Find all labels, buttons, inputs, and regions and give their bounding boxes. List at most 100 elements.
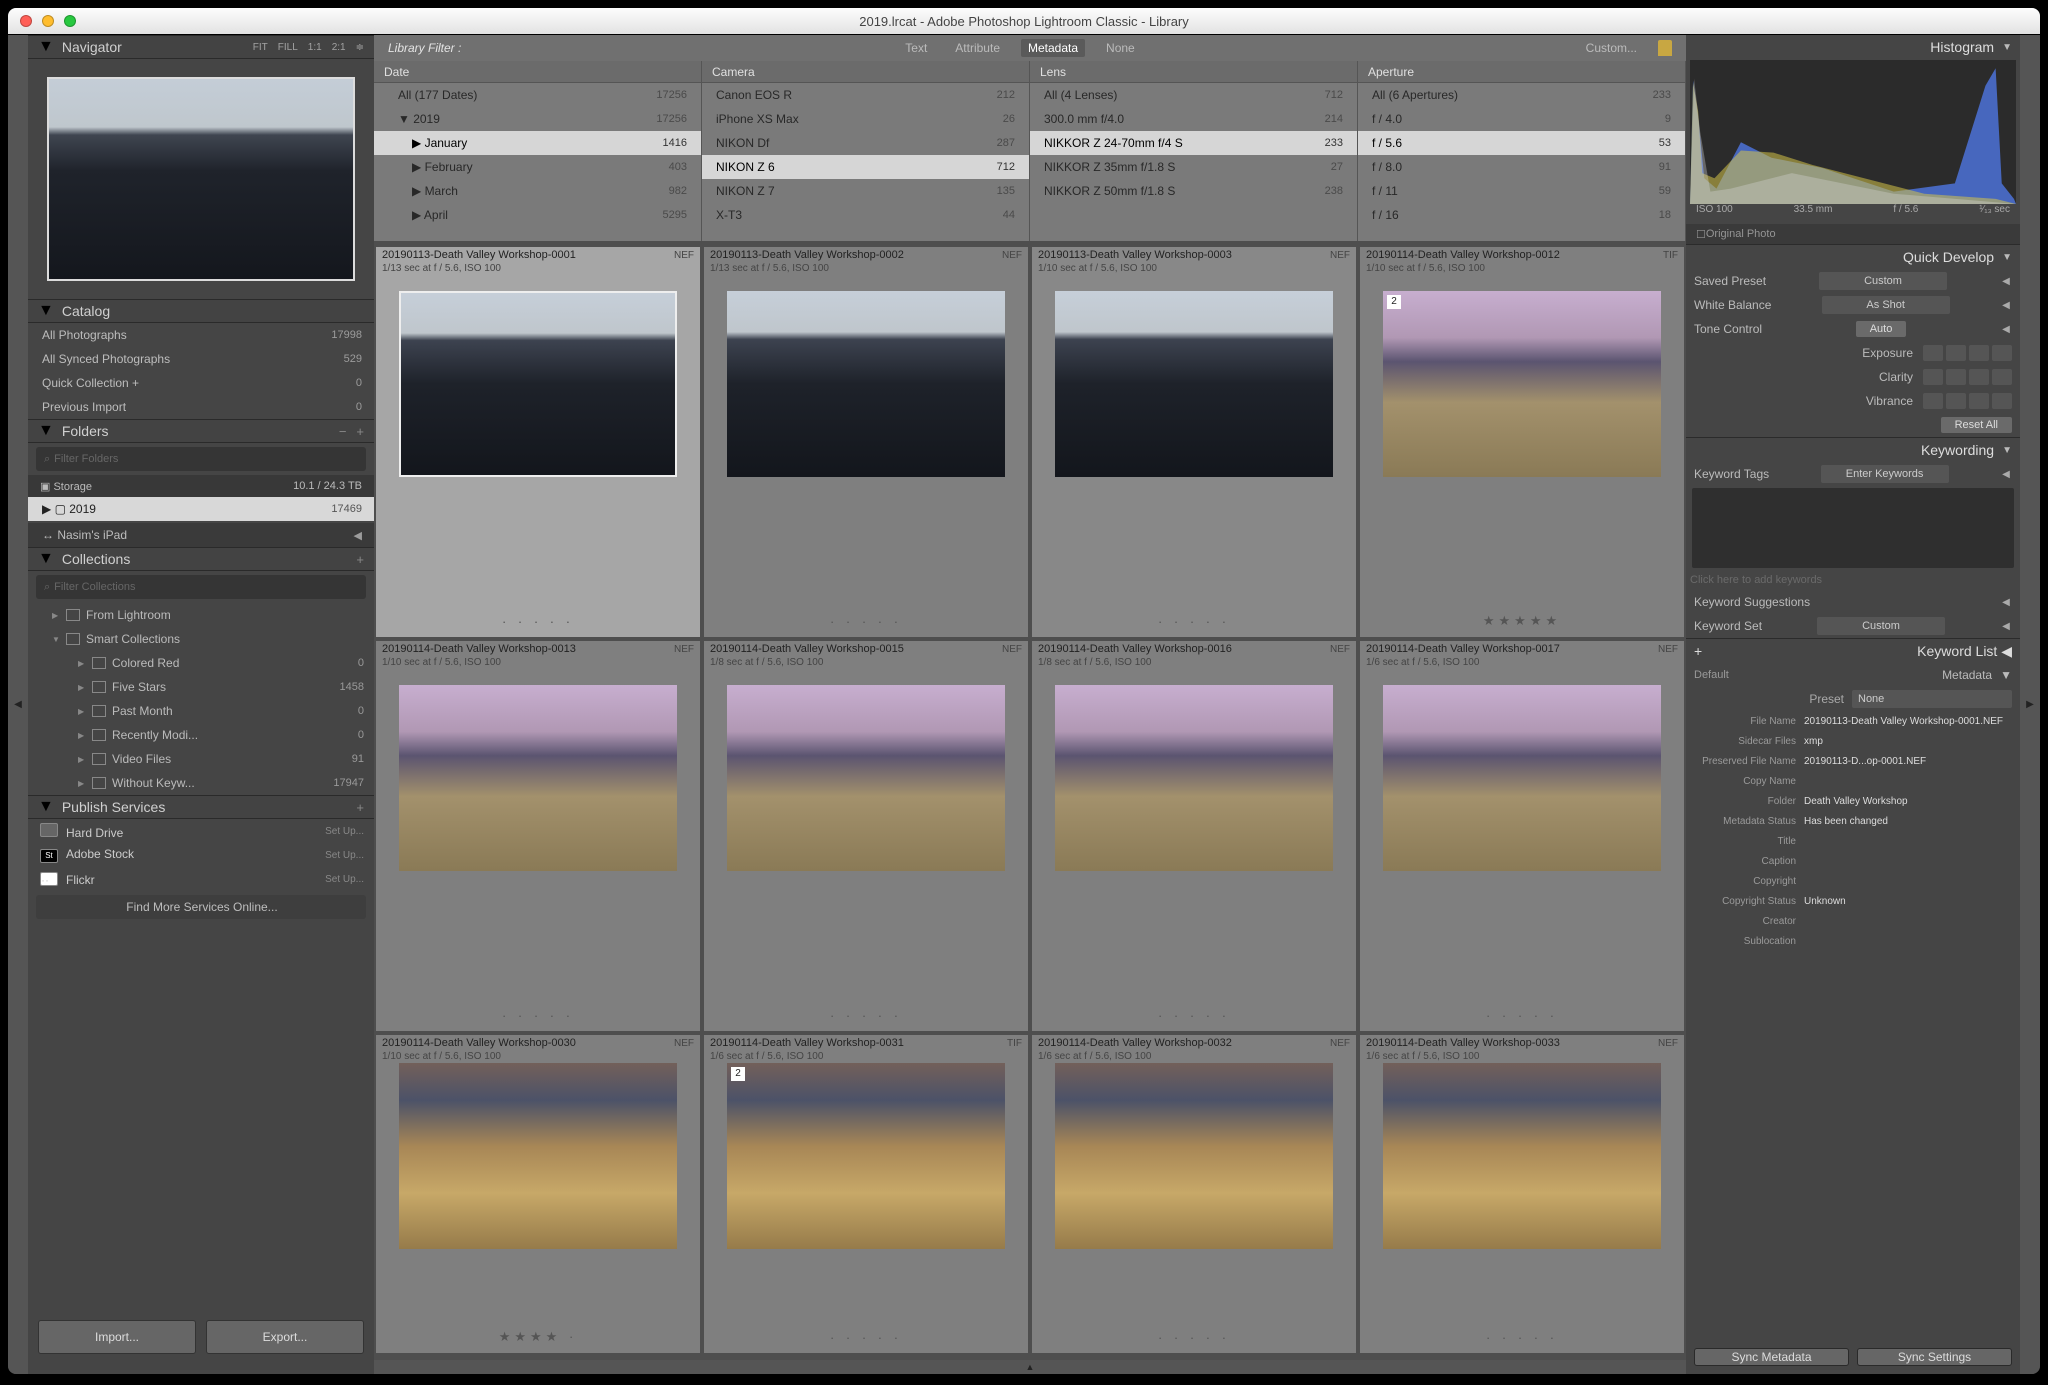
filter-value[interactable]: Canon EOS R212 [702,83,1029,107]
qd-exposure[interactable]: Exposure [1686,341,2020,365]
filter-tab-none[interactable]: None [1099,39,1142,57]
filter-custom[interactable]: Custom... [1579,39,1644,57]
publish-service[interactable]: StAdobe StockSet Up... [28,843,374,867]
nav-fit-opts[interactable]: FITFILL1:12:1≑ [253,42,364,53]
filter-value[interactable]: All (6 Apertures)233 [1358,83,1685,107]
metadata-field[interactable]: Preserved File Name20190113-D...op-0001.… [1686,751,2020,771]
grid-cell[interactable]: NEF20190114-Death Valley Workshop-00331/… [1360,1035,1684,1353]
filter-value[interactable]: ▶ February403 [374,155,701,179]
metadata-field[interactable]: Creator [1686,911,2020,931]
filter-value[interactable]: ▼ 201917256 [374,107,701,131]
filter-folders-input[interactable]: Filter Folders [36,447,366,471]
filter-value[interactable]: ▶ January1416 [374,131,701,155]
metadata-field[interactable]: Copyright StatusUnknown [1686,891,2020,911]
publish-header[interactable]: ▼Publish Services + [28,795,374,819]
folders-header[interactable]: ▼Folders −+ [28,419,374,443]
plus-icon[interactable]: + [356,800,364,815]
plus-icon[interactable]: + [356,424,364,439]
minimize-window-button[interactable] [42,15,54,27]
catalog-item[interactable]: All Photographs17998 [28,323,374,347]
lock-icon[interactable] [1658,40,1672,56]
histogram-header[interactable]: Histogram▼ [1686,35,2020,59]
filter-value[interactable]: NIKON Z 7135 [702,179,1029,203]
filter-tab-attribute[interactable]: Attribute [948,39,1007,57]
folder-ipad[interactable]: ↔ Nasim's iPad◀ [28,523,374,547]
metadata-field[interactable]: Metadata StatusHas been changed [1686,811,2020,831]
metadata-preset[interactable]: PresetNone [1686,687,2020,711]
filter-value[interactable]: f / 1618 [1358,203,1685,227]
metadata-field[interactable]: Sublocation [1686,931,2020,951]
metadata-field[interactable]: Copy Name [1686,771,2020,791]
qd-tone[interactable]: Tone ControlAuto◀ [1686,317,2020,341]
metadata-field[interactable]: FolderDeath Valley Workshop [1686,791,2020,811]
original-photo-checkbox[interactable]: ☐ Original Photo [1686,224,2020,244]
sync-settings-button[interactable]: Sync Settings [1857,1348,2012,1366]
filter-value[interactable]: f / 5.653 [1358,131,1685,155]
grid-view[interactable]: NEF20190113-Death Valley Workshop-00011/… [374,241,1686,1360]
collection-item[interactable]: ▶From Lightroom [28,603,374,627]
plus-icon[interactable]: + [356,552,364,567]
grid-cell[interactable]: NEF20190114-Death Valley Workshop-00301/… [376,1035,700,1353]
grid-cell[interactable]: TIF20190114-Death Valley Workshop-00311/… [704,1035,1028,1353]
left-grip[interactable]: ◀ [8,35,28,1374]
right-grip[interactable]: ▶ [2020,35,2040,1374]
keyword-tags[interactable]: Keyword TagsEnter Keywords◀ [1686,462,2020,486]
filter-column-header[interactable]: Lens [1030,61,1357,83]
find-more-services[interactable]: Find More Services Online... [36,895,366,919]
grid-cell[interactable]: TIF20190114-Death Valley Workshop-00121/… [1360,247,1684,637]
grid-cell[interactable]: NEF20190113-Death Valley Workshop-00031/… [1032,247,1356,637]
grid-cell[interactable]: NEF20190114-Death Valley Workshop-00321/… [1032,1035,1356,1353]
keyword-suggestions[interactable]: Keyword Suggestions◀ [1686,590,2020,614]
filter-value[interactable]: NIKKOR Z 24-70mm f/4 S233 [1030,131,1357,155]
catalog-header[interactable]: ▼Catalog [28,299,374,323]
sync-metadata-button[interactable]: Sync Metadata [1694,1348,1849,1366]
metadata-field[interactable]: Title [1686,831,2020,851]
publish-service[interactable]: ··FlickrSet Up... [28,867,374,891]
add-keyword-icon[interactable]: + [1694,643,1702,659]
histogram[interactable] [1690,60,2016,204]
grid-cell[interactable]: NEF20190114-Death Valley Workshop-00151/… [704,641,1028,1031]
grid-cell[interactable]: NEF20190113-Death Valley Workshop-00021/… [704,247,1028,637]
filter-value[interactable]: ▶ March982 [374,179,701,203]
catalog-item[interactable]: Quick Collection +0 [28,371,374,395]
navigator-preview[interactable] [28,59,374,299]
fullscreen-window-button[interactable] [64,15,76,27]
keyword-hint[interactable]: Click here to add keywords [1686,570,2020,590]
keyword-set[interactable]: Keyword SetCustom◀ [1686,614,2020,638]
keyword-list-header[interactable]: + Keyword List ◀ [1686,639,2020,663]
filter-value[interactable]: iPhone XS Max26 [702,107,1029,131]
filter-value[interactable]: All (177 Dates)17256 [374,83,701,107]
export-button[interactable]: Export... [206,1320,364,1354]
qd-preset[interactable]: Saved PresetCustom◀ [1686,269,2020,293]
catalog-item[interactable]: Previous Import0 [28,395,374,419]
close-window-button[interactable] [20,15,32,27]
filter-value[interactable]: All (4 Lenses)712 [1030,83,1357,107]
kwlist-default[interactable]: Default [1694,669,1729,681]
filter-value[interactable]: 300.0 mm f/4.0214 [1030,107,1357,131]
qd-wb[interactable]: White BalanceAs Shot◀ [1686,293,2020,317]
collection-item[interactable]: ▶Past Month0 [28,699,374,723]
collections-header[interactable]: ▼Collections + [28,547,374,571]
collection-item[interactable]: ▶Video Files91 [28,747,374,771]
metadata-field[interactable]: Copyright [1686,871,2020,891]
minus-icon[interactable]: − [339,424,347,439]
filter-tab-metadata[interactable]: Metadata [1021,39,1085,57]
filter-column-header[interactable]: Aperture [1358,61,1685,83]
metadata-header[interactable]: Metadata [1942,668,1992,682]
qd-vibrance[interactable]: Vibrance [1686,389,2020,413]
qd-reset[interactable]: Reset All [1686,413,2020,437]
grid-cell[interactable]: NEF20190114-Death Valley Workshop-00131/… [376,641,700,1031]
filter-value[interactable]: f / 4.09 [1358,107,1685,131]
metadata-field[interactable]: File Name20190113-Death Valley Workshop-… [1686,711,2020,731]
filter-column-header[interactable]: Camera [702,61,1029,83]
folder-2019[interactable]: ▶ ▢ 201917469 [28,497,374,521]
filter-value[interactable]: NIKON Df287 [702,131,1029,155]
filter-column-header[interactable]: Date [374,61,701,83]
folders-storage[interactable]: ▣ Storage10.1 / 24.3 TB [28,475,374,497]
filmstrip-toggle[interactable]: ▲ [374,1360,1686,1374]
collection-item[interactable]: ▶Recently Modi...0 [28,723,374,747]
import-button[interactable]: Import... [38,1320,196,1354]
filter-value[interactable]: f / 8.091 [1358,155,1685,179]
collection-item[interactable]: ▶Five Stars1458 [28,675,374,699]
keywording-header[interactable]: Keywording▼ [1686,438,2020,462]
